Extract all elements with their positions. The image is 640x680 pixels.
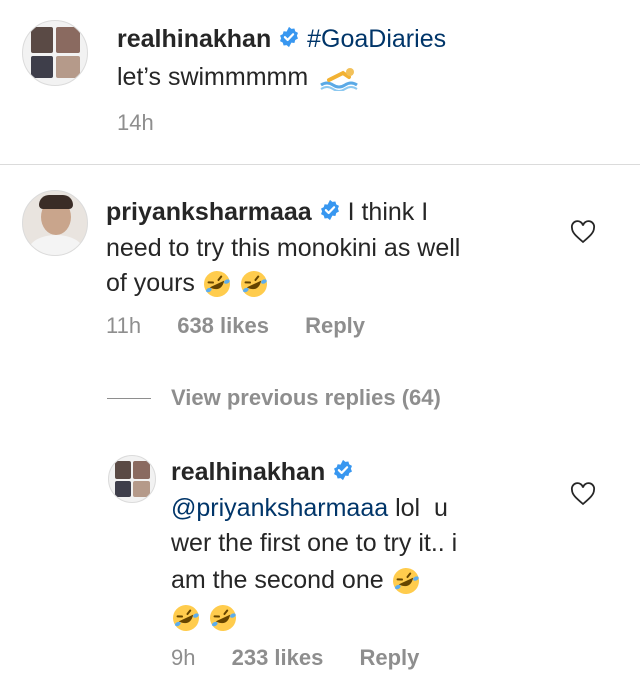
like-heart-icon[interactable]: [570, 482, 596, 506]
rolling-on-floor-laughing-icon: [171, 603, 201, 633]
reply-username[interactable]: realhinakhan: [171, 458, 325, 486]
swimmer-icon: [319, 65, 359, 93]
comment-likes[interactable]: 638 likes: [177, 313, 269, 338]
verified-badge-icon: [278, 23, 300, 57]
reply-meta: 9h 233 likes Reply: [171, 645, 419, 671]
rolling-on-floor-laughing-icon: [391, 566, 421, 596]
comment-text-line3: of yours: [106, 268, 195, 297]
like-heart-icon[interactable]: [570, 220, 596, 244]
reply-text-line2: wer the first one to try it.. i: [171, 528, 458, 557]
reply-mention-link[interactable]: @priyanksharmaaa: [171, 494, 388, 522]
divider: [0, 164, 640, 165]
verified-badge-icon: [319, 196, 341, 231]
comment-text-line1: I think I: [347, 198, 429, 226]
comment-text-line2: need to try this monokini as well: [106, 233, 461, 262]
reply-reply-button[interactable]: Reply: [359, 645, 419, 670]
post-caption-header: realhinakhan #GoaDiaries: [117, 22, 446, 57]
verified-badge-icon: [332, 456, 354, 491]
comment-body: priyanksharmaaa I think I need to try th…: [106, 195, 576, 301]
rolling-on-floor-laughing-icon: [202, 269, 232, 299]
reply-body: realhinakhan @priyanksharmaaa lol u wer …: [171, 455, 571, 635]
post-caption-text: let’s swimmmmm: [117, 60, 359, 94]
comment-timestamp: 11h: [106, 313, 142, 338]
reply-text-line1: lol u: [388, 493, 448, 522]
replies-divider-line: [107, 398, 151, 399]
post-caption: let’s swimmmmm: [117, 63, 309, 91]
post-hashtag[interactable]: #GoaDiaries: [307, 25, 446, 53]
reply-likes[interactable]: 233 likes: [232, 645, 324, 670]
post-author-avatar[interactable]: [22, 20, 88, 86]
reply-timestamp: 9h: [171, 645, 196, 670]
comment-reply-button[interactable]: Reply: [305, 313, 365, 338]
commenter-avatar[interactable]: [22, 190, 88, 256]
comment-meta: 11h 638 likes Reply: [106, 313, 365, 339]
rolling-on-floor-laughing-icon: [208, 603, 238, 633]
view-previous-replies-button[interactable]: View previous replies (64): [171, 385, 441, 411]
reply-author-avatar[interactable]: [108, 455, 156, 503]
post-timestamp: 14h: [117, 110, 154, 135]
rolling-on-floor-laughing-icon: [239, 269, 269, 299]
reply-text-line3: am the second one: [171, 565, 384, 594]
comment-username[interactable]: priyanksharmaaa: [106, 198, 312, 226]
post-username[interactable]: realhinakhan: [117, 25, 271, 53]
